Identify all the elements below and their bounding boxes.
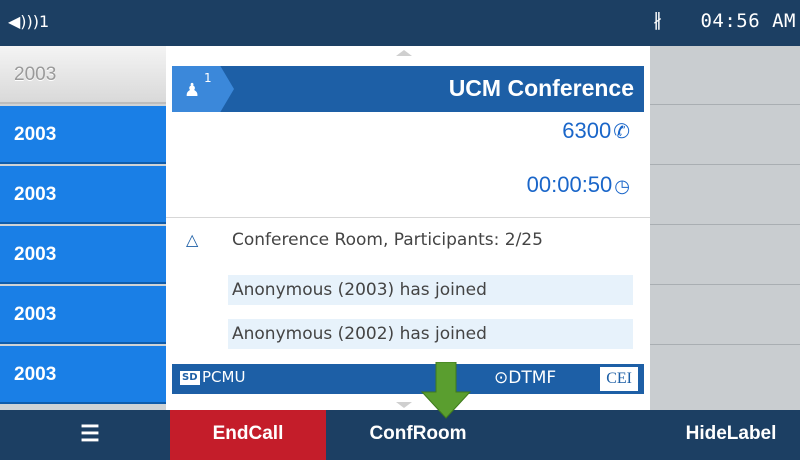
confroom-button[interactable]: ConfRoom [328, 410, 508, 460]
participant-message: Anonymous (2002) has joined [228, 319, 633, 349]
hidelabel-button[interactable]: HideLabel [662, 410, 800, 460]
line-key-1[interactable]: 2003 [0, 46, 166, 104]
right-key-panel [650, 46, 800, 410]
participants-chevron [172, 66, 234, 112]
divider [166, 217, 650, 218]
line-key-panel: 2003 2003 2003 2003 2003 2003 [0, 46, 166, 410]
call-timer-text: 00:00:50 [526, 172, 613, 197]
divider [650, 284, 800, 285]
call-number: 6300 ✆ [562, 118, 630, 144]
divider [650, 224, 800, 225]
scroll-down-icon[interactable] [396, 402, 412, 408]
divider [650, 104, 800, 105]
line-key-6[interactable]: 2003 [0, 346, 166, 404]
dtmf-indicator: ⊙DTMF [494, 368, 556, 388]
call-timer: 00:00:50 ◷ [527, 172, 630, 198]
codec-name: PCMU [202, 368, 246, 386]
call-panel: ♟ 1 UCM Conference 6300 ✆ 00:00:50 ◷ △ Con… [166, 46, 650, 410]
divider [650, 344, 800, 345]
conference-room-icon: △ [186, 230, 199, 249]
speaker-icon: ◀)))1 [8, 12, 50, 31]
cei-indicator: CEI [600, 367, 638, 391]
status-bar: ◀)))1 ∦ 04:56 AM [0, 0, 800, 46]
divider [650, 164, 800, 165]
menu-icon[interactable]: ☰ [60, 410, 120, 460]
person-icon: ♟ [184, 80, 201, 101]
line-key-5[interactable]: 2003 [0, 286, 166, 344]
pointer-arrow-icon [420, 362, 472, 419]
participants-badge: 1 [204, 71, 212, 85]
clock-icon: ◷ [614, 176, 630, 196]
dtmf-icon: ⊙ [494, 368, 509, 388]
endcall-button[interactable]: EndCall [170, 410, 326, 460]
softkey-bar: ☰ EndCall ConfRoom HideLabel [0, 410, 800, 460]
call-number-text: 6300 [562, 118, 612, 143]
phone-icon: ✆ [613, 121, 630, 143]
line-key-2[interactable]: 2003 [0, 106, 166, 164]
codec-bar: SD PCMU ⊙DTMF CEI [172, 364, 644, 394]
conference-title: UCM Conference [448, 75, 634, 101]
participant-message: Anonymous (2003) has joined [228, 275, 633, 305]
line-key-4[interactable]: 2003 [0, 226, 166, 284]
scroll-up-icon[interactable] [396, 50, 412, 56]
bluetooth-icon: ∦ [653, 10, 662, 31]
line-key-3[interactable]: 2003 [0, 166, 166, 224]
clock: 04:56 AM [700, 10, 796, 32]
conference-room-info: Conference Room, Participants: 2/25 [232, 230, 543, 250]
dtmf-label: DTMF [508, 368, 557, 388]
sd-badge: SD [180, 371, 200, 385]
conference-header: ♟ 1 UCM Conference [172, 66, 644, 112]
